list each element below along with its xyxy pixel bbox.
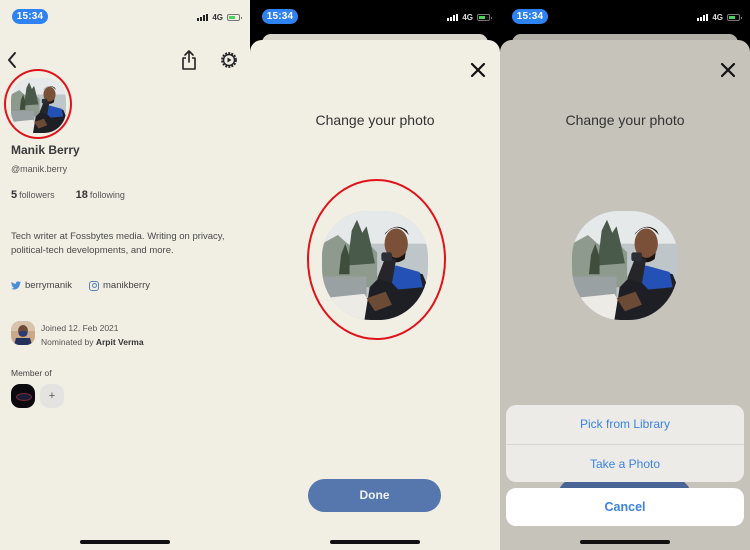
profile-bio: Tech writer at Fossbytes media. Writing … [11,231,225,256]
nominated-line: Nominated by Arpit Verma [41,335,144,349]
close-button[interactable] [469,61,487,79]
followers-count: 5 [11,189,18,201]
add-club-button[interactable]: + [40,384,64,408]
nominator-avatar[interactable] [11,321,35,345]
battery-icon [227,14,242,21]
following-count: 18 [75,189,88,201]
status-time: 15:34 [512,9,548,24]
status-time: 15:34 [262,9,298,24]
network-label: 4G [462,13,473,22]
profile-photo [572,211,678,320]
close-icon [470,62,486,78]
instagram-link[interactable]: manikberry [89,280,150,291]
joined-info: Joined 12. Feb 2021 Nominated by Arpit V… [41,321,144,349]
chevron-left-icon [8,52,16,68]
member-of-label: Member of [11,368,52,378]
take-photo-button[interactable]: Take a Photo [506,443,744,483]
followers-label: followers [19,190,55,200]
photo-picker[interactable] [572,211,678,320]
cancel-button[interactable]: Cancel [506,488,744,526]
social-links: berrymanik manikberry [11,280,150,291]
status-time: 15:34 [12,9,48,24]
sheet-title: Change your photo [565,112,685,128]
sheet-title: Change your photo [315,112,435,128]
following-label: following [89,190,125,200]
nominator-name[interactable]: Arpit Verma [96,337,144,347]
profile-name: Manik Berry [11,143,80,157]
instagram-icon [89,280,99,291]
following-link[interactable]: 18 following [76,189,125,201]
home-indicator [330,540,420,544]
change-photo-sheet: Change your photo Done [250,40,500,550]
network-label: 4G [212,13,223,22]
joined-date: Joined 12. Feb 2021 [41,323,119,333]
profile-handle: @manik.berry [11,164,68,174]
nominator-photo [11,321,35,345]
followers-link[interactable]: 5 followers [11,189,55,201]
annotation-circle [4,69,72,139]
twitter-link[interactable]: berrymanik [11,280,72,291]
close-button[interactable] [719,61,737,79]
photo-action-sheet-screen: 15:34 4G Change your photo Done Pick fro… [500,0,750,550]
change-photo-screen: 15:34 4G Change your photo Done [250,0,500,550]
status-indicators: 4G [697,13,742,22]
status-bar: 15:34 4G [250,0,500,34]
settings-button[interactable] [219,50,239,70]
twitter-icon [11,281,21,290]
close-icon [720,62,736,78]
signal-icon [697,14,709,21]
club-icon[interactable] [11,384,35,408]
instagram-handle: manikberry [103,280,150,291]
home-indicator [80,540,170,544]
share-icon [182,50,196,70]
done-button[interactable]: Done [308,479,441,512]
network-label: 4G [712,13,723,22]
battery-icon [727,14,742,21]
follow-stats: 5 followers 18 following [11,189,125,201]
battery-icon [477,14,492,21]
profile-screen: 15:34 4G Manik Berry @manik.berry 5 follo… [0,0,250,550]
photo-source-actions: Pick from Library Take a Photo [506,405,744,482]
status-indicators: 4G [447,13,492,22]
back-button[interactable] [6,51,20,71]
pick-from-library-button[interactable]: Pick from Library [506,405,744,444]
nominated-prefix: Nominated by [41,337,94,347]
share-button[interactable] [181,49,197,71]
signal-icon [197,14,209,21]
status-bar: 15:34 4G [0,0,250,34]
home-indicator [580,540,670,544]
twitter-handle: berrymanik [25,280,72,291]
status-indicators: 4G [197,13,242,22]
signal-icon [447,14,459,21]
annotation-circle [307,179,446,340]
gear-icon [221,52,237,68]
status-bar: 15:34 4G [500,0,750,34]
